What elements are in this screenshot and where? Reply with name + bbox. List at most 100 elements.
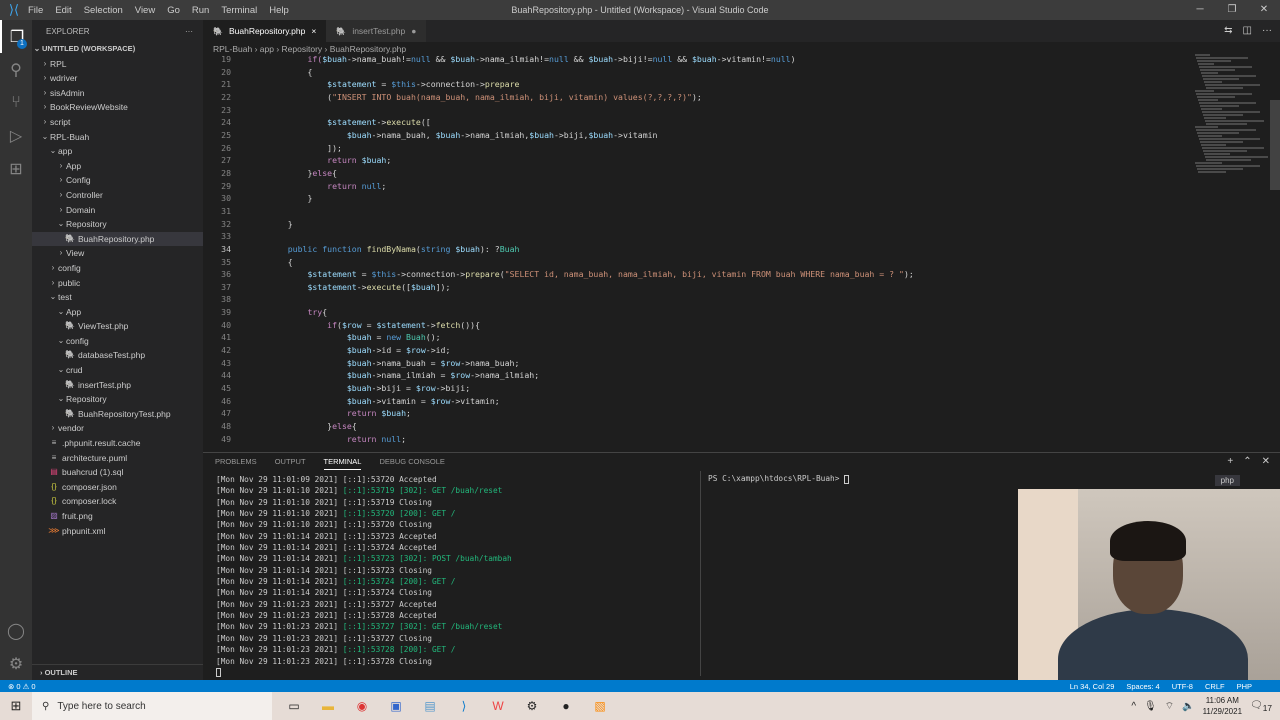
tree-item[interactable]: 🐘 databaseTest.php [32, 348, 203, 363]
outline-section[interactable]: › OUTLINE [32, 664, 203, 680]
notepad-icon[interactable]: ▤ [418, 695, 442, 717]
vscode-taskbar-icon[interactable]: ⟩ [452, 695, 476, 717]
terminal-output[interactable]: [Mon Nov 29 11:01:09 2021] [::1]:53720 A… [216, 474, 512, 678]
file-explorer-icon[interactable]: ▬ [316, 695, 340, 717]
language-mode[interactable]: PHP [1237, 682, 1252, 691]
tree-item[interactable]: ⌄ config [32, 334, 203, 349]
tree-item[interactable]: ≡ architecture.puml [32, 451, 203, 466]
maximize-panel-icon[interactable]: ⌃ [1243, 456, 1251, 467]
tree-item[interactable]: 🐘 ViewTest.php [32, 319, 203, 334]
network-icon[interactable]: ⌔ [1165, 700, 1174, 713]
tree-item[interactable]: 🐘 BuahRepositoryTest.php [32, 407, 203, 422]
tree-item[interactable]: › Config [32, 173, 203, 188]
xampp-icon[interactable]: W [486, 695, 510, 717]
tree-item[interactable]: ≡ .phpunit.result.cache [32, 436, 203, 451]
task-view-icon[interactable]: ▭ [282, 695, 306, 717]
tab-buahrepository-php[interactable]: 🐘 BuahRepository.php × [203, 20, 327, 42]
menu-edit[interactable]: Edit [55, 5, 71, 16]
line-ending[interactable]: CRLF [1205, 682, 1225, 691]
tree-item[interactable]: › public [32, 276, 203, 291]
menu-help[interactable]: Help [269, 5, 289, 16]
tree-item[interactable]: › BookReviewWebsite [32, 100, 203, 115]
account-icon[interactable]: ◯ [0, 614, 32, 647]
tree-item[interactable]: › wdriver [32, 71, 203, 86]
panel-tab-output[interactable]: OUTPUT [275, 457, 306, 470]
chrome-icon[interactable]: ◉ [350, 695, 374, 717]
code-editor[interactable]: 19 if($buah ->nama_buah!= null && $buah ->n… [203, 53, 1193, 451]
tray-chevron-icon[interactable]: ^ [1131, 701, 1136, 712]
settings-icon[interactable]: ⚙ [520, 695, 544, 717]
workspace-header[interactable]: ⌄ UNTITLED (WORKSPACE) [32, 42, 203, 57]
mic-icon[interactable]: 🎙 [1144, 701, 1157, 712]
tree-item[interactable]: › sisAdmin [32, 86, 203, 101]
terminal-shell-tab[interactable]: php [1214, 475, 1240, 486]
tree-item[interactable]: › View [32, 246, 203, 261]
search-icon[interactable]: ⚲ [0, 53, 32, 86]
explorer-icon[interactable]: ❐ [0, 20, 32, 53]
clock[interactable]: 11:06 AM 11/29/2021 [1203, 695, 1242, 717]
app-icon[interactable]: ▣ [384, 695, 408, 717]
tree-item[interactable]: › Domain [32, 203, 203, 218]
panel-tab-problems[interactable]: PROBLEMS [215, 457, 257, 470]
problems-status[interactable]: ⊗ 0 ⚠ 0 [8, 682, 36, 691]
volume-icon[interactable]: 🔈 [1182, 701, 1194, 712]
split-editor-icon[interactable]: ◫ [1243, 25, 1252, 36]
tree-item[interactable]: 🐘 BuahRepository.php [32, 231, 203, 247]
unsaved-dot-icon[interactable]: ● [411, 26, 416, 36]
close-window-button[interactable]: ✕ [1248, 0, 1280, 20]
tree-item[interactable]: ⌄ Repository [32, 217, 203, 232]
tree-item[interactable]: 🐘 insertTest.php [32, 378, 203, 393]
tree-item[interactable]: › RPL [32, 57, 203, 72]
panel-tab-debug-console[interactable]: DEBUG CONSOLE [379, 457, 444, 470]
tree-item[interactable]: ⋙ phpunit.xml [32, 524, 203, 539]
maximize-button[interactable]: ❐ [1216, 0, 1248, 20]
run-debug-icon[interactable]: ▷ [0, 119, 32, 152]
tree-item[interactable]: {} composer.json [32, 480, 203, 495]
notifications-icon[interactable]: 🗨17 [1250, 700, 1272, 713]
tree-item[interactable]: ⌄ crud [32, 363, 203, 378]
more-icon[interactable]: ··· [1262, 25, 1272, 36]
tree-item[interactable]: ⌄ app [32, 144, 203, 159]
terminal-split-divider[interactable] [700, 471, 701, 676]
taskbar-search[interactable]: ⚲ Type here to search [32, 692, 272, 720]
source-control-icon[interactable]: ⑂ [0, 86, 32, 119]
panel-tab-terminal[interactable]: TERMINAL [323, 457, 362, 470]
menu-run[interactable]: Run [192, 5, 209, 16]
tree-item[interactable]: ⌄ Repository [32, 392, 203, 407]
tree-item[interactable]: ⌄ test [32, 290, 203, 305]
tree-item[interactable]: › config [32, 261, 203, 276]
tree-item[interactable]: ⌄ App [32, 305, 203, 320]
tab-inserttest-php[interactable]: 🐘 insertTest.php ● [326, 20, 427, 42]
code-token: $row [406, 345, 426, 356]
split-compare-icon[interactable]: ⇆ [1224, 25, 1232, 36]
tree-item[interactable]: › script [32, 115, 203, 130]
menu-view[interactable]: View [135, 5, 155, 16]
editor-scrollbar[interactable] [1270, 100, 1280, 190]
gear-icon[interactable]: ⚙ [0, 647, 32, 680]
more-actions-button[interactable]: ··· [185, 27, 193, 36]
tree-item[interactable]: ▨ fruit.png [32, 509, 203, 524]
minimize-button[interactable]: ─ [1184, 0, 1216, 20]
tree-item[interactable]: › Controller [32, 188, 203, 203]
extensions-icon[interactable]: ⊞ [0, 152, 32, 185]
tree-item[interactable]: ⌄ RPL-Buah [32, 130, 203, 145]
tree-item[interactable]: › App [32, 159, 203, 174]
new-terminal-icon[interactable]: + [1227, 456, 1233, 467]
encoding[interactable]: UTF-8 [1172, 682, 1193, 691]
close-tab-icon[interactable]: × [311, 26, 316, 36]
tree-item[interactable]: › vendor [32, 421, 203, 436]
windows-start-icon[interactable]: ⊞ [0, 698, 32, 714]
terminal-2[interactable]: PS C:\xampp\htdocs\RPL-Buah> [708, 474, 850, 484]
tree-item[interactable]: {} composer.lock [32, 494, 203, 509]
menu-terminal[interactable]: Terminal [221, 5, 257, 16]
tree-item[interactable]: ▤ buahcrud (1).sql [32, 465, 203, 480]
menu-file[interactable]: File [28, 5, 43, 16]
menu-go[interactable]: Go [167, 5, 180, 16]
minimap[interactable] [1195, 53, 1270, 213]
cursor-position[interactable]: Ln 34, Col 29 [1070, 682, 1115, 691]
obs-icon[interactable]: ● [554, 695, 578, 717]
menu-selection[interactable]: Selection [84, 5, 123, 16]
sublime-icon[interactable]: ▧ [588, 695, 612, 717]
close-panel-icon[interactable]: ✕ [1262, 456, 1270, 467]
indentation[interactable]: Spaces: 4 [1126, 682, 1159, 691]
